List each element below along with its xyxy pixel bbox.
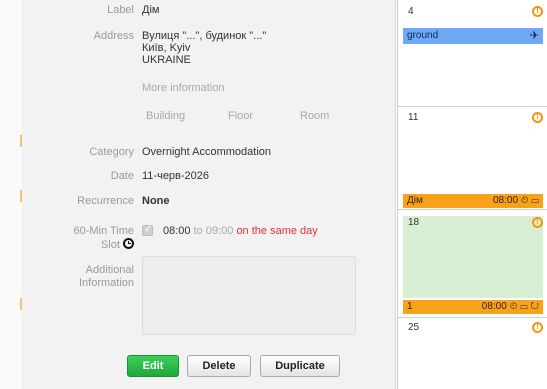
label-label: Label xyxy=(107,4,134,16)
additional-label-line1: Additional xyxy=(85,264,134,276)
duplicate-button[interactable]: Duplicate xyxy=(260,355,340,377)
current-week-highlight xyxy=(403,216,543,298)
additional-information-field[interactable] xyxy=(142,256,356,335)
date-value: 11-черв-2026 xyxy=(142,170,210,182)
alert-circle-icon: ! xyxy=(532,112,543,123)
alert-circle-icon: ! xyxy=(532,217,543,228)
day-number: 4 xyxy=(408,6,414,17)
event-ground[interactable]: ground ✈ xyxy=(403,28,543,44)
time-slot-label-line1: 60-Min Time xyxy=(73,225,134,237)
delete-button[interactable]: Delete xyxy=(187,355,251,377)
end-time: 09:00 xyxy=(205,225,234,237)
to-text: to xyxy=(193,225,203,237)
category-label: Category xyxy=(89,146,134,158)
event-title: Дім xyxy=(407,195,423,206)
airplane-icon: ✈ xyxy=(529,30,539,42)
left-strip xyxy=(0,0,22,389)
label-value: Дім xyxy=(142,4,160,16)
room-field: Room xyxy=(300,110,330,122)
time-slot-text: 08:00 to 09:00 on the same day xyxy=(163,225,318,238)
recurrence-label: Recurrence xyxy=(77,195,134,207)
day-number: 25 xyxy=(408,322,420,333)
day-number: 11 xyxy=(408,112,419,123)
additional-label-line2: Information xyxy=(78,277,134,289)
address-label: Address xyxy=(93,30,134,42)
start-time: 08:00 xyxy=(163,225,191,237)
event-details-panel: Label Дім Address Вулиця "...", будинок … xyxy=(22,0,396,389)
address-line3: UKRAINE xyxy=(142,54,191,66)
event-time: 08:00 ⏲ ▭ ↻ xyxy=(481,301,539,312)
event-1[interactable]: 1 08:00 ⏲ ▭ ↻ xyxy=(403,300,543,314)
time-slot-label-line2: Slot xyxy=(101,238,134,252)
alert-circle-icon: ! xyxy=(532,322,543,333)
date-label: Date xyxy=(110,170,134,182)
building-field: Building xyxy=(146,110,186,122)
clock-icon xyxy=(123,238,134,249)
calendar-column: 4 ! ground ✈ 11 ! Дім 08:00 ⏲ ▭ 18 ! 1 0… xyxy=(397,0,547,389)
recurrence-value: None xyxy=(142,195,170,207)
event-time: 08:00 ⏲ ▭ xyxy=(493,195,539,206)
same-day-note: on the same day xyxy=(236,225,318,237)
event-dim[interactable]: Дім 08:00 ⏲ ▭ xyxy=(403,194,543,208)
week-divider xyxy=(398,106,547,107)
more-information-link[interactable]: More information xyxy=(142,82,225,95)
alert-circle-icon: ! xyxy=(532,6,543,17)
week-divider xyxy=(398,317,547,318)
floor-field: Floor xyxy=(228,110,254,122)
event-title: ground xyxy=(407,30,439,41)
event-title: 1 xyxy=(407,301,413,312)
edit-button[interactable]: Edit xyxy=(127,355,179,377)
day-number: 18 xyxy=(408,217,420,228)
same-day-checkbox[interactable] xyxy=(142,224,153,236)
category-value: Overnight Accommodation xyxy=(142,146,272,158)
week-divider xyxy=(398,209,547,210)
